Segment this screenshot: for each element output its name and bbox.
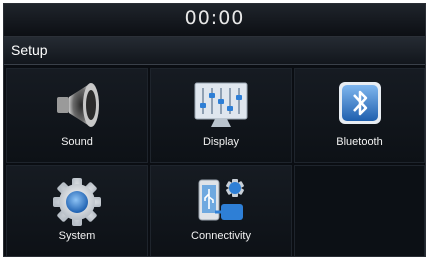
status-bar: 00:00 <box>4 4 425 37</box>
phone-usb-icon <box>198 179 244 221</box>
bluetooth-label: Bluetooth <box>336 136 383 148</box>
connectivity-button[interactable]: Connectivity <box>150 165 292 256</box>
sound-label: Sound <box>61 136 93 148</box>
title-bar: Setup <box>4 37 425 65</box>
display-equalizer-icon <box>194 82 248 127</box>
system-button[interactable]: System <box>6 165 148 256</box>
empty-tile <box>294 165 425 256</box>
speaker-icon <box>57 83 99 127</box>
gear-icon <box>53 178 101 226</box>
head-unit-screen: 00:00 Setup Sound Display Bluetooth Syst… <box>3 3 426 257</box>
display-button[interactable]: Display <box>150 68 292 163</box>
clock: 00:00 <box>184 7 245 29</box>
connectivity-label: Connectivity <box>191 230 251 242</box>
display-label: Display <box>202 136 240 148</box>
system-label: System <box>58 230 96 242</box>
setup-menu-grid: Sound Display Bluetooth System Connectiv… <box>4 66 425 256</box>
bluetooth-button[interactable]: Bluetooth <box>294 68 425 163</box>
sound-button[interactable]: Sound <box>6 68 148 163</box>
page-title: Setup <box>11 42 48 58</box>
bluetooth-icon <box>338 82 381 124</box>
